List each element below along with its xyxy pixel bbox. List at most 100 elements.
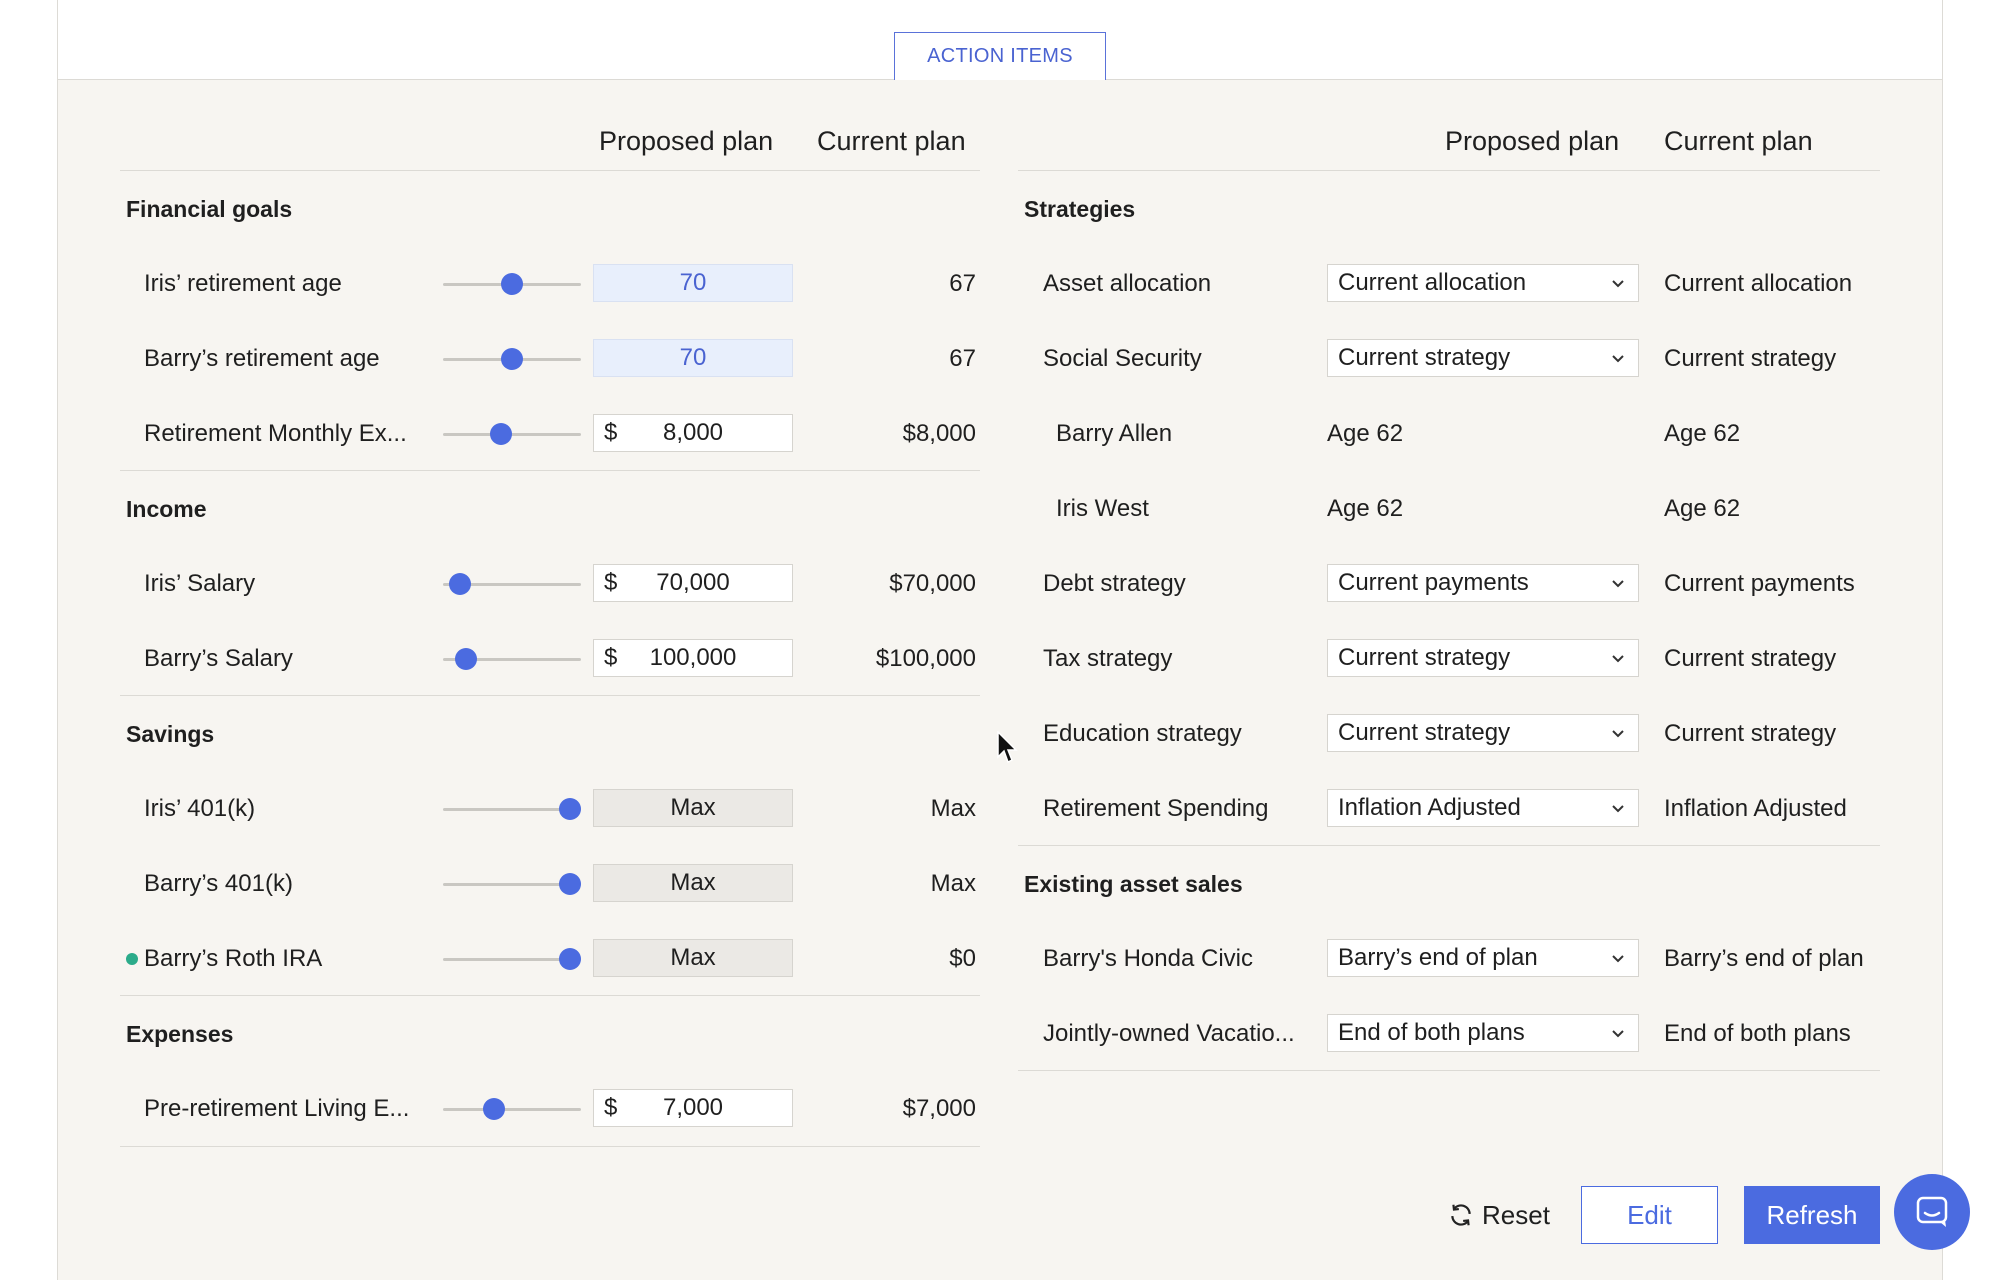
divider [120, 995, 980, 996]
divider [120, 695, 980, 696]
honda-civic-sale-select[interactable]: Barry’s end of plan [1327, 939, 1639, 977]
debt-strategy-select[interactable]: Current payments [1327, 564, 1639, 602]
row-label: Pre-retirement Living E... [144, 1095, 410, 1122]
asset-allocation-select[interactable]: Current allocation [1327, 264, 1639, 302]
row-label: Jointly-owned Vacatio... [1043, 1020, 1295, 1047]
row-label: Education strategy [1043, 720, 1242, 747]
row-label: Iris’ 401(k) [144, 795, 256, 822]
left-header-current: Current plan [817, 126, 966, 156]
barry-salary-slider[interactable] [443, 646, 581, 672]
proposed-value: Age 62 [1327, 420, 1404, 447]
left-header-proposed: Proposed plan [599, 126, 774, 156]
input-value: Max [670, 869, 716, 896]
row-label: Iris West [1056, 495, 1149, 522]
tax-strategy-select[interactable]: Current strategy [1327, 639, 1639, 677]
barry-retirement-age-slider[interactable] [443, 346, 581, 372]
education-strategy-select[interactable]: Current strategy [1327, 714, 1639, 752]
row-label: Debt strategy [1043, 570, 1186, 597]
current-value: Current payments [1664, 570, 1855, 597]
iris-salary-slider[interactable] [443, 571, 581, 597]
chevron-down-icon [1612, 655, 1624, 663]
barry-roth-ira-slider[interactable] [443, 946, 581, 972]
current-value: $100,000 [875, 645, 976, 672]
barry-roth-ira-input[interactable]: Max [593, 939, 793, 977]
barry-retirement-age-input[interactable]: 70 [593, 339, 793, 377]
chevron-down-icon [1612, 355, 1624, 363]
section-existing-asset-sales: Existing asset sales [1024, 871, 1243, 897]
select-value: Barry’s end of plan [1338, 944, 1538, 971]
chat-icon [1916, 1196, 1948, 1227]
divider [1018, 1070, 1880, 1071]
section-income: Income [126, 496, 207, 522]
divider [120, 170, 980, 171]
mouse-pointer-icon [997, 731, 1018, 764]
current-value: Max [930, 870, 976, 897]
divider [120, 470, 980, 471]
input-value: 7,000 [662, 1094, 724, 1121]
social-security-select[interactable]: Current strategy [1327, 339, 1639, 377]
divider [1018, 170, 1880, 171]
currency-symbol: $ [604, 419, 618, 446]
pre-retirement-living-expense-input[interactable]: $7,000 [593, 1089, 793, 1127]
change-indicator-dot [126, 953, 138, 965]
current-value: Current strategy [1664, 720, 1837, 747]
proposed-value: Age 62 [1327, 495, 1404, 522]
select-value: Current allocation [1338, 269, 1527, 296]
select-value: Inflation Adjusted [1338, 794, 1521, 821]
current-value: 67 [949, 270, 976, 297]
select-value: Current strategy [1338, 719, 1511, 746]
row-label: Barry’s 401(k) [144, 870, 293, 897]
iris-retirement-age-input[interactable]: 70 [593, 264, 793, 302]
iris-retirement-age-slider[interactable] [443, 271, 581, 297]
input-value: 70,000 [656, 569, 730, 596]
barry-401k-slider[interactable] [443, 871, 581, 897]
row-label: Iris’ retirement age [144, 270, 342, 297]
iris-401k-slider[interactable] [443, 796, 581, 822]
current-value: Current allocation [1664, 270, 1853, 297]
retirement-monthly-expense-slider[interactable] [443, 421, 581, 447]
edit-label: Edit [1627, 1199, 1672, 1230]
current-value: Current strategy [1664, 645, 1837, 672]
row-label: Iris’ Salary [144, 570, 256, 597]
retirement-monthly-expense-input[interactable]: $8,000 [593, 414, 793, 452]
pre-retirement-living-expense-slider[interactable] [443, 1096, 581, 1122]
section-savings: Savings [126, 721, 215, 747]
iris-401k-input[interactable]: Max [593, 789, 793, 827]
tab-action-items[interactable]: ACTION ITEMS [894, 32, 1106, 80]
refresh-label: Refresh [1766, 1199, 1858, 1230]
right-header-current: Current plan [1664, 126, 1813, 156]
refresh-icon [1451, 1204, 1471, 1226]
refresh-button[interactable]: Refresh [1744, 1186, 1880, 1244]
section-strategies: Strategies [1024, 196, 1136, 222]
current-value: $8,000 [902, 420, 976, 447]
chevron-down-icon [1612, 280, 1624, 288]
row-label: Social Security [1043, 345, 1202, 372]
select-value: Current payments [1338, 569, 1529, 596]
chevron-down-icon [1612, 1030, 1624, 1038]
iris-salary-input[interactable]: $70,000 [593, 564, 793, 602]
section-expenses: Expenses [126, 1021, 234, 1047]
divider [120, 1146, 980, 1147]
barry-salary-input[interactable]: $100,000 [593, 639, 793, 677]
select-value: End of both plans [1338, 1019, 1525, 1046]
divider [1018, 845, 1880, 846]
row-label: Retirement Spending [1043, 795, 1269, 822]
barry-401k-input[interactable]: Max [593, 864, 793, 902]
current-value: Max [930, 795, 976, 822]
vacation-home-sale-select[interactable]: End of both plans [1327, 1014, 1639, 1052]
chevron-down-icon [1612, 730, 1624, 738]
input-value: Max [670, 944, 716, 971]
chevron-down-icon [1612, 805, 1624, 813]
section-financial-goals: Financial goals [126, 196, 293, 222]
current-value: 67 [949, 345, 976, 372]
row-label: Barry's Honda Civic [1043, 945, 1253, 972]
input-value: 100,000 [649, 644, 737, 671]
chat-launcher-button[interactable] [1894, 1174, 1970, 1250]
current-value: Age 62 [1664, 495, 1741, 522]
input-value: Max [670, 794, 716, 821]
current-value: $7,000 [902, 1095, 976, 1122]
input-value: 8,000 [662, 419, 724, 446]
retirement-spending-select[interactable]: Inflation Adjusted [1327, 789, 1639, 827]
reset-button[interactable]: Reset [1448, 1195, 1550, 1235]
edit-button[interactable]: Edit [1581, 1186, 1718, 1244]
